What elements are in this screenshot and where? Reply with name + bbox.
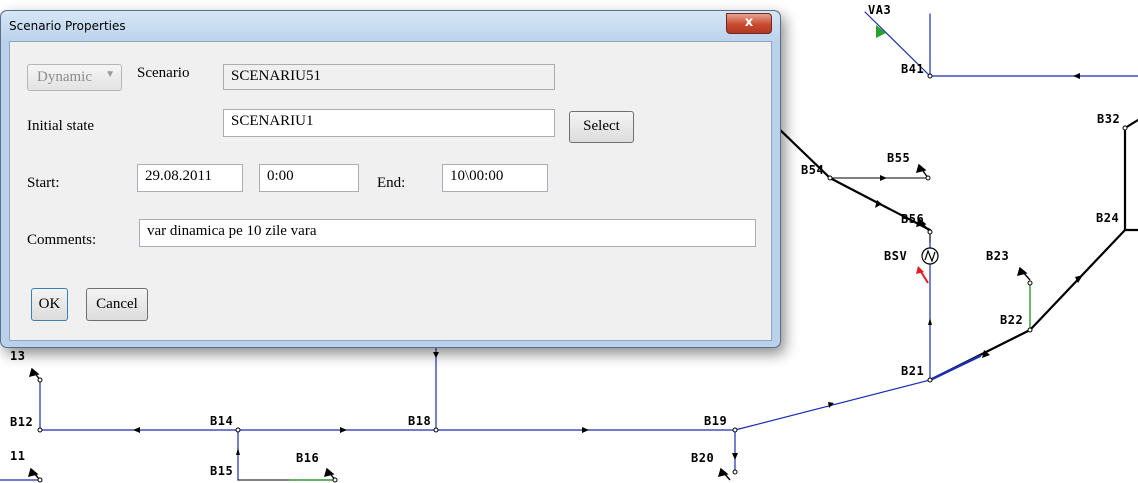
bus-label-b32: B32 bbox=[1097, 112, 1121, 126]
start-time-field[interactable]: 0:00 bbox=[259, 164, 359, 192]
ok-button[interactable]: OK bbox=[31, 288, 68, 321]
bus-label-b12: B12 bbox=[10, 415, 34, 429]
bus-label-b18: B18 bbox=[408, 414, 432, 428]
cancel-button[interactable]: Cancel bbox=[86, 288, 148, 321]
dialog-title: Scenario Properties bbox=[9, 19, 126, 33]
scenario-properties-dialog: Scenario Properties x Dynamic ▼ Scenario… bbox=[0, 10, 781, 348]
dialog-body: Dynamic ▼ Scenario SCENARIU51 Initial st… bbox=[9, 41, 772, 341]
bus-label-13: 13 bbox=[10, 349, 26, 363]
scenario-field[interactable]: SCENARIU51 bbox=[223, 64, 555, 90]
initial-state-label: Initial state bbox=[27, 118, 95, 134]
bus-label-b24: B24 bbox=[1096, 211, 1120, 225]
bus-label-b41: B41 bbox=[901, 62, 925, 76]
close-button[interactable]: x bbox=[726, 13, 772, 34]
start-date-field[interactable]: 29.08.2011 bbox=[137, 164, 243, 192]
close-icon: x bbox=[744, 15, 754, 30]
bus-label-b21: B21 bbox=[901, 364, 925, 378]
bus-label-b14: B14 bbox=[210, 414, 234, 428]
mode-select[interactable]: Dynamic ▼ bbox=[27, 64, 122, 91]
mode-select-value: Dynamic bbox=[37, 69, 92, 85]
bus-label-b56: B56 bbox=[901, 212, 925, 226]
initial-state-field[interactable]: SCENARIU1 bbox=[223, 109, 555, 137]
bus-label-b54: B54 bbox=[801, 163, 825, 177]
thick-lines bbox=[773, 118, 1138, 382]
bus-label-11: 11 bbox=[10, 449, 26, 463]
bus-label-b15: B15 bbox=[210, 464, 234, 478]
dialog-titlebar[interactable]: Scenario Properties x bbox=[1, 11, 780, 41]
select-button[interactable]: Select bbox=[569, 111, 634, 143]
highlight-line bbox=[928, 354, 982, 382]
bus-label-b22: B22 bbox=[1000, 313, 1024, 327]
bus-label-b19: B19 bbox=[704, 414, 728, 428]
scenario-label: Scenario bbox=[137, 65, 190, 81]
bus-label-b20: B20 bbox=[691, 451, 715, 465]
chevron-down-icon: ▼ bbox=[105, 69, 115, 80]
bus-label-b55: B55 bbox=[887, 151, 911, 165]
end-label: End: bbox=[377, 175, 406, 191]
generator-icon bbox=[921, 247, 939, 265]
comments-field[interactable]: var dinamica pe 10 zile vara bbox=[139, 219, 756, 247]
end-field[interactable]: 10\00:00 bbox=[442, 164, 548, 192]
bus-label-va3: VA3 bbox=[868, 3, 892, 17]
bus-label-bsv: BSV bbox=[884, 249, 908, 263]
bus-label-b23: B23 bbox=[986, 249, 1010, 263]
bus-label-b16: B16 bbox=[296, 451, 320, 465]
comments-label: Comments: bbox=[27, 232, 97, 248]
start-label: Start: bbox=[27, 175, 60, 191]
